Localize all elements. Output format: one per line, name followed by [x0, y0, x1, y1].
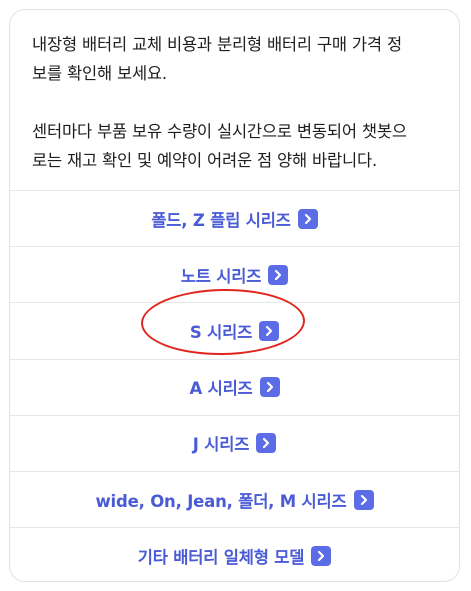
chevron-right-icon — [256, 433, 277, 454]
option-j-series[interactable]: J 시리즈 — [10, 414, 459, 471]
chatbot-message: 내장형 배터리 교체 비용과 분리형 배터리 구매 가격 정 보를 확인해 보세… — [10, 10, 459, 190]
chevron-right-icon — [353, 489, 374, 510]
option-label: 노트 시리즈 — [180, 266, 262, 286]
option-label: 기타 배터리 일체형 모델 — [137, 547, 305, 567]
series-option-list: 폴드, Z 플립 시리즈 노트 시리즈 S 시리즈 A 시리즈 J 시리즈 wi… — [10, 190, 459, 581]
option-fold-flip-series[interactable]: 폴드, Z 플립 시리즈 — [10, 190, 459, 246]
option-a-series[interactable]: A 시리즈 — [10, 358, 459, 415]
option-note-series[interactable]: 노트 시리즈 — [10, 246, 459, 302]
chatbot-message-card: 내장형 배터리 교체 비용과 분리형 배터리 구매 가격 정 보를 확인해 보세… — [9, 9, 460, 582]
option-label: A 시리즈 — [189, 379, 253, 399]
option-label: J 시리즈 — [192, 435, 250, 455]
option-wide-on-jean-folder-m-series[interactable]: wide, On, Jean, 폴더, M 시리즈 — [10, 470, 459, 527]
option-label: S 시리즈 — [189, 322, 253, 342]
chevron-right-icon — [268, 264, 289, 285]
option-label: 폴드, Z 플립 시리즈 — [151, 210, 291, 230]
chevron-right-icon — [259, 377, 280, 398]
message-paragraph-info: 내장형 배터리 교체 비용과 분리형 배터리 구매 가격 정 보를 확인해 보세… — [32, 35, 402, 83]
chevron-right-icon — [311, 545, 332, 566]
option-label: wide, On, Jean, 폴더, M 시리즈 — [95, 491, 347, 511]
chevron-right-icon — [259, 320, 280, 341]
chevron-right-icon — [297, 208, 318, 229]
message-paragraph-notice: 센터마다 부품 보유 수량이 실시간으로 변동되어 챗봇으 로는 재고 확인 및… — [32, 122, 407, 170]
option-s-series[interactable]: S 시리즈 — [10, 302, 459, 358]
option-other-built-in-battery-models[interactable]: 기타 배터리 일체형 모델 — [10, 527, 459, 581]
